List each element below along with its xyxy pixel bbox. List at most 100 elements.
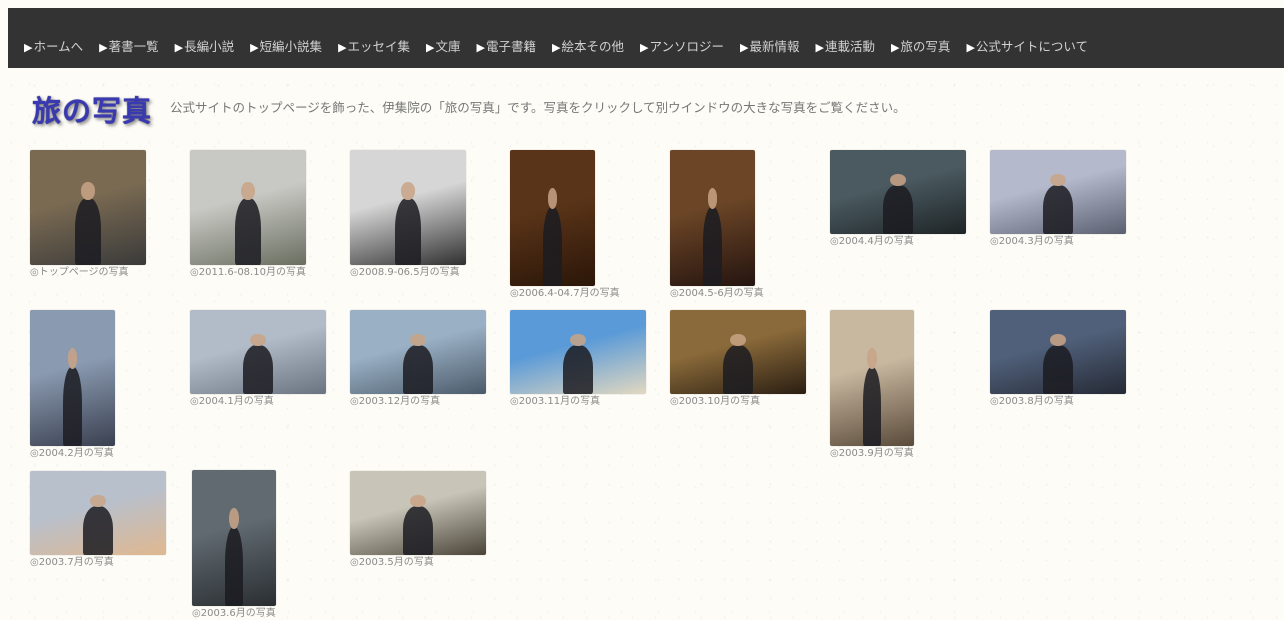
triangle-right-icon: ▶ [250,41,259,54]
triangle-right-icon: ▶ [24,41,33,54]
photo-thumbnail[interactable] [670,150,755,286]
triangle-right-icon: ▶ [890,41,900,54]
photo-item[interactable]: ◎2004.1月の写真 [190,310,326,408]
person-figure [543,188,562,286]
photo-thumbnail[interactable] [670,310,806,394]
person-figure [403,494,433,555]
photo-caption: ◎2004.1月の写真 [190,396,274,407]
photo-caption: ◎2011.6-08.10月の写真 [190,267,306,278]
nav-item-label: 絵本その他 [561,39,624,54]
person-figure [243,333,273,394]
photo-thumbnail[interactable] [510,310,646,394]
person-figure [83,494,113,555]
photo-thumbnail[interactable] [190,310,326,394]
photo-caption: ◎トップページの写真 [30,267,129,278]
page-intro: 公式サイトのトップページを飾った、伊集院の「旅の写真」です。写真をクリックして別… [170,100,906,115]
photo-item[interactable]: ◎トップページの写真 [30,150,146,279]
photo-caption: ◎2003.8月の写真 [990,396,1074,407]
photo-thumbnail[interactable] [830,310,914,446]
nav-item[interactable]: ▶公式サイトについて [966,39,1088,56]
triangle-right-icon: ▶ [815,41,824,54]
nav-item[interactable]: ▶最新情報 [740,39,799,56]
nav-item-label: 電子書籍 [486,39,537,54]
nav-item-label: 文庫 [435,39,461,54]
photo-item[interactable]: ◎2003.6月の写真 [192,470,276,620]
photo-item[interactable]: ◎2003.12月の写真 [350,310,486,408]
photo-item[interactable]: ◎2011.6-08.10月の写真 [190,150,306,279]
photo-thumbnail[interactable] [30,150,146,265]
nav-item[interactable]: ▶文庫 [426,39,460,56]
triangle-right-icon: ▶ [739,41,749,54]
photo-thumbnail[interactable] [350,150,466,265]
photo-caption: ◎2004.3月の写真 [990,236,1074,247]
nav-item-label: 短編小説集 [259,39,323,54]
person-figure [883,173,913,234]
nav-item[interactable]: ▶著書一覧 [99,39,158,56]
photo-caption: ◎2004.5-6月の写真 [670,288,764,299]
nav-item[interactable]: ▶エッセイ集 [338,39,410,56]
triangle-right-icon: ▶ [99,41,108,54]
nav-item[interactable]: ▶旅の写真 [891,39,950,56]
photo-thumbnail[interactable] [192,470,276,606]
nav-list: ▶ホームへ ▶著書一覧 ▶長編小説 ▶短編小説集 ▶エッセイ集 ▶文庫 ▶電子書籍 ▶絵本その… [24,39,1104,56]
nav-item-label: 最新情報 [749,39,800,54]
photo-thumbnail[interactable] [30,471,166,555]
person-figure [1043,333,1073,394]
person-figure [63,348,82,446]
triangle-right-icon: ▶ [338,41,347,54]
photo-caption: ◎2008.9-06.5月の写真 [350,267,460,278]
photo-caption: ◎2003.5月の写真 [350,557,434,568]
nav-item[interactable]: ▶絵本その他 [552,39,624,56]
nav-item-label: ホームへ [33,39,84,54]
triangle-right-icon: ▶ [426,41,435,54]
main-nav: ▶ホームへ ▶著書一覧 ▶長編小説 ▶短編小説集 ▶エッセイ集 ▶文庫 ▶電子書籍 ▶絵本その… [8,8,1284,68]
photo-item[interactable]: ◎2003.10月の写真 [670,310,806,408]
nav-item[interactable]: ▶電子書籍 [477,39,536,56]
triangle-right-icon: ▶ [552,41,561,54]
photo-caption: ◎2003.7月の写真 [30,557,114,568]
nav-item-label: 連載活動 [824,39,875,54]
photo-item[interactable]: ◎2004.2月の写真 [30,310,115,460]
photo-thumbnail[interactable] [990,150,1126,234]
triangle-right-icon: ▶ [174,41,184,54]
photo-caption: ◎2003.11月の写真 [510,396,601,407]
nav-item[interactable]: ▶短編小説集 [250,39,322,56]
person-figure [235,182,261,265]
photo-item[interactable]: ◎2003.5月の写真 [350,471,486,569]
triangle-right-icon: ▶ [476,41,485,54]
photo-item[interactable]: ◎2008.9-06.5月の写真 [350,150,466,279]
photo-item[interactable]: ◎2006.4-04.7月の写真 [510,150,620,300]
nav-item-label: 旅の写真 [900,39,951,54]
person-figure [395,182,421,265]
photo-thumbnail[interactable] [30,310,115,446]
nav-item-label: 長編小説 [184,39,235,54]
photo-item[interactable]: ◎2003.8月の写真 [990,310,1126,408]
person-figure [403,333,433,394]
photo-item[interactable]: ◎2003.7月の写真 [30,471,166,569]
photo-caption: ◎2004.4月の写真 [830,236,914,247]
triangle-right-icon: ▶ [966,41,975,54]
person-figure [723,333,753,394]
nav-item[interactable]: ▶長編小説 [175,39,234,56]
photo-item[interactable]: ◎2004.3月の写真 [990,150,1126,248]
nav-item[interactable]: ▶ホームへ [24,39,83,56]
nav-item-label: 公式サイトについて [975,39,1089,54]
photo-thumbnail[interactable] [190,150,306,265]
photo-caption: ◎2003.12月の写真 [350,396,441,407]
photo-thumbnail[interactable] [510,150,595,286]
photo-thumbnail[interactable] [350,310,486,394]
photo-item[interactable]: ◎2004.4月の写真 [830,150,966,248]
nav-item[interactable]: ▶アンソロジー [640,39,724,56]
photo-thumbnail[interactable] [830,150,966,234]
photo-item[interactable]: ◎2004.5-6月の写真 [670,150,764,300]
page-title: 旅の写真 [32,94,153,128]
person-figure [1043,173,1073,234]
person-figure [703,188,722,286]
photo-thumbnail[interactable] [990,310,1126,394]
person-figure [224,508,244,606]
photo-item[interactable]: ◎2003.11月の写真 [510,310,646,408]
photo-item[interactable]: ◎2003.9月の写真 [830,310,914,460]
photo-thumbnail[interactable] [350,471,486,555]
nav-item[interactable]: ▶連載活動 [815,39,874,56]
nav-item-label: アンソロジー [649,39,724,54]
